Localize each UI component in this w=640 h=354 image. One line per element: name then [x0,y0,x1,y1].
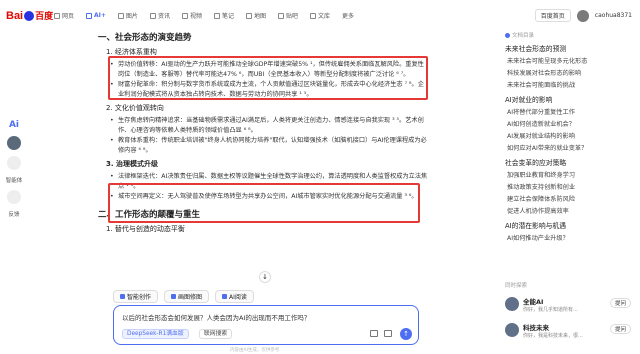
ai-read-chip[interactable]: AI阅读 [215,290,254,303]
agent-label[interactable]: 智能体 [6,176,23,184]
outline-item[interactable]: 加强职业教育和终身学习 [505,170,635,182]
pen-icon [120,294,125,299]
outline-item[interactable]: AI发展对就业结构的影响 [505,131,635,143]
tab-more[interactable]: 更多 [342,11,354,20]
web-icon [54,12,60,19]
chat-input[interactable]: 以后的社会形态会如何发展？人类会因为AI的出现而不用工作吗？ DeepSeek-… [113,305,419,345]
folder-icon[interactable] [370,330,378,337]
book-icon [222,294,228,299]
agent-card[interactable]: 科技未来 你好，我是科技未来，很... 提问 [505,320,635,340]
recommend-panel: 同时探索 全能AI 你好，我几乎知道所有... 提问 科技未来 你好，我是科技未… [505,281,635,346]
tab-video[interactable]: 视频 [181,11,202,20]
tab-web[interactable]: 网页 [54,11,74,20]
tab-wenku[interactable]: 文库 [310,11,330,20]
outline-item[interactable]: 科技发展对社会形态的影响 [505,68,635,80]
outline-group[interactable]: 未来社会形态的预测 [505,43,635,56]
tab-notes[interactable]: 笔记 [213,11,234,20]
tool-chips: 智能创作 画图修图 AI阅读 [113,290,254,303]
outline-group[interactable]: AI的潜在影响与机遇 [505,220,635,233]
section-heading: 一、社会形态的演变趋势 [98,33,192,43]
agent-icon[interactable] [7,156,21,170]
outline-sidebar: 文档目录 未来社会形态的预测 未来社会可能呈现多元化形态 科技发展对社会形态的影… [505,31,635,245]
agent-avatar [505,323,519,337]
tab-news[interactable]: 资讯 [149,11,170,20]
tab-images[interactable]: 图片 [117,11,138,20]
highlight-box [108,56,428,100]
agent-avatar [505,297,519,311]
send-button[interactable]: ↑ [400,328,412,340]
outline-item[interactable]: AI将替代部分重复性工作 [505,107,635,119]
model-selector[interactable]: DeepSeek-R1满血版 [122,329,189,339]
outline-item[interactable]: 促进人机协作提高效率 [505,206,635,218]
image-icon [117,12,124,19]
prompt-text[interactable]: 以后的社会形态会如何发展？人类会因为AI的出现而不用工作吗？ [122,312,310,322]
tieba-icon [278,12,284,19]
recommend-caption: 同时探索 [505,283,528,289]
top-bar: Bai 百度 网页 AI+ 图片 资讯 视频 笔记 地图 贴吧 文库 更多 百度… [0,0,640,30]
web-search-toggle[interactable]: 联网搜索 [199,329,233,339]
outline-item[interactable]: 未来社会可能呈现多元化形态 [505,56,635,68]
video-icon [181,12,188,19]
smart-create-chip[interactable]: 智能创作 [113,290,159,303]
subsection-heading: 3. 治理模式升级 [106,160,158,168]
outline-item[interactable]: 未来社会可能面临的挑战 [505,80,635,92]
outline-group[interactable]: 社会变革的应对策略 [505,157,635,170]
agent-card[interactable]: 全能AI 你好，我几乎知道所有... 提问 [505,294,635,314]
outline-item[interactable]: AI如何推动产业升级？ [505,233,635,245]
image-edit-chip[interactable]: 画图修图 [164,290,210,303]
disclaimer: 内容由AI生成，仅供参考 [230,348,280,353]
top-right: 百度首页 caohua8371 [534,9,632,22]
outline-item[interactable]: 如何应对AI带来的就业变革？ [505,143,635,155]
subsection-heading: 2. 文化价值观转向 [106,104,164,112]
feedback-label[interactable]: 反馈 [8,210,19,218]
wenku-icon [310,12,317,19]
paw-icon [24,10,35,21]
image-upload-icon[interactable] [384,330,392,337]
avatar[interactable] [576,9,589,22]
baidu-logo[interactable]: Bai 百度 [6,9,53,23]
outline-caption: 文档目录 [505,31,635,39]
ask-button[interactable]: 提问 [609,298,631,308]
ai-icon [86,12,93,19]
ai-rail-icon[interactable]: Ai [9,120,19,130]
highlight-box [108,183,420,223]
list-item: • 生存焦虑转向精神追求：当基础物质需求通过AI满足后，人类将更关注创造力、情感连… [110,117,424,134]
list-item: • 教育体系重构：传统职业培训被"终身人机协同能力培养"取代，认知增强技术（如脑机… [110,137,427,154]
rail-avatar[interactable] [7,136,21,150]
map-icon [245,12,252,19]
picture-icon [171,294,177,299]
tab-map[interactable]: 地图 [245,11,266,20]
nav-tabs: 网页 AI+ 图片 资讯 视频 笔记 地图 贴吧 文库 更多 [54,11,354,20]
outline-item[interactable]: 建立社会保障体系防风险 [505,194,635,206]
ask-button[interactable]: 提问 [609,324,631,334]
scroll-down-button[interactable]: ↓ [259,271,271,283]
news-icon [149,12,156,19]
outline-item[interactable]: AI如何创造新就业机会？ [505,119,635,131]
subsection-heading: 1. 替代与创造的动态平衡 [106,225,185,233]
outline-icon [505,32,510,38]
tab-ai[interactable]: AI+ [86,11,106,20]
username[interactable]: caohua8371 [595,12,632,19]
feedback-icon[interactable] [7,190,21,204]
left-rail: Ai 智能体 反馈 [0,120,28,218]
outline-item[interactable]: 推动政策支持创新和创业 [505,182,635,194]
tab-tieba[interactable]: 贴吧 [278,11,298,20]
notes-icon [213,12,220,19]
home-link[interactable]: 百度首页 [534,9,571,22]
outline-group[interactable]: AI对就业的影响 [505,94,635,107]
